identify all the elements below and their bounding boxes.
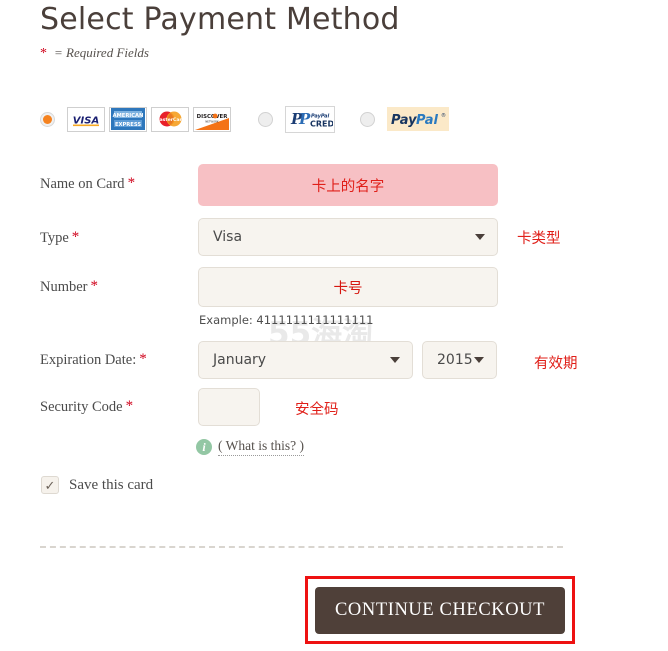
annotation-security-code: 安全码 <box>295 402 339 418</box>
select-expiration-year[interactable]: 2015 <box>422 341 497 379</box>
page-title: Select Payment Method <box>40 2 400 37</box>
required-star: * <box>40 46 47 61</box>
radio-paypal[interactable] <box>360 111 375 127</box>
svg-text:®: ® <box>441 112 446 119</box>
input-name-on-card[interactable]: 卡上的名字 <box>198 164 498 206</box>
select-card-type[interactable]: Visa <box>198 218 498 256</box>
svg-text:EXPRESS: EXPRESS <box>115 122 141 128</box>
security-code-help[interactable]: i ( What is this? ) <box>196 438 304 456</box>
chevron-down-icon <box>475 234 485 240</box>
info-icon: i <box>196 439 212 455</box>
radio-paypal-credit[interactable] <box>258 111 273 127</box>
input-security-code[interactable] <box>198 388 260 426</box>
label-security-code: Security Code * <box>40 398 134 416</box>
svg-text:DISCOVER: DISCOVER <box>197 114 229 120</box>
payment-option-credit-card[interactable]: VISA AMERICAN EXPRESS MasterCard DISCOVE… <box>40 103 231 135</box>
save-card-row[interactable]: ✓ Save this card <box>41 476 153 494</box>
card-number-example: Example: 4111111111111111 <box>199 313 374 327</box>
annotation-card-number: 卡号 <box>333 280 363 297</box>
annotation-name-on-card: 卡上的名字 <box>311 178 385 195</box>
paypal-icon: Pay Pal ® <box>387 107 449 131</box>
section-divider <box>40 546 563 548</box>
svg-text:AMERICAN: AMERICAN <box>113 113 144 119</box>
checkbox-save-card[interactable]: ✓ <box>41 476 59 494</box>
required-note-text: = Required Fields <box>54 45 149 60</box>
visa-icon: VISA <box>67 106 105 132</box>
card-logo-group: VISA AMERICAN EXPRESS MasterCard DISCOVE… <box>67 106 231 132</box>
label-card-type: Type * <box>40 229 80 247</box>
label-card-number: Number * <box>40 278 99 296</box>
label-name-on-card: Name on Card * <box>40 175 136 193</box>
required-fields-note: * = Required Fields <box>40 45 149 62</box>
svg-text:Pay: Pay <box>391 113 417 128</box>
select-expiration-month-value: January <box>213 352 267 368</box>
discover-icon: DISCOVER NETWORK <box>193 106 231 132</box>
continue-checkout-button[interactable]: CONTINUE CHECKOUT <box>315 587 565 634</box>
chevron-down-icon <box>474 357 484 363</box>
svg-text:CREDIT: CREDIT <box>310 120 333 129</box>
payment-option-paypal-credit[interactable]: P P PayPal CREDIT <box>258 103 335 135</box>
chevron-down-icon <box>390 357 400 363</box>
select-card-type-value: Visa <box>213 229 243 245</box>
input-card-number[interactable]: 卡号 <box>198 267 498 307</box>
payment-option-paypal[interactable]: Pay Pal ® <box>360 103 449 135</box>
label-expiration-date: Expiration Date: * <box>40 351 147 369</box>
mastercard-icon: MasterCard <box>151 106 189 132</box>
svg-text:Pal: Pal <box>416 113 438 128</box>
svg-text:MasterCard: MasterCard <box>155 117 185 123</box>
label-save-card: Save this card <box>69 476 154 493</box>
annotation-expiration-date: 有效期 <box>534 356 578 372</box>
svg-text:NETWORK: NETWORK <box>205 119 219 123</box>
paypal-credit-icon: P P PayPal CREDIT <box>285 105 335 133</box>
american-express-icon: AMERICAN EXPRESS <box>109 106 147 132</box>
select-expiration-year-value: 2015 <box>437 352 473 368</box>
select-expiration-month[interactable]: January <box>198 341 413 379</box>
annotation-card-type: 卡类型 <box>517 231 561 247</box>
radio-credit-card[interactable] <box>40 111 55 127</box>
what-is-this-link[interactable]: ( What is this? ) <box>218 438 304 456</box>
